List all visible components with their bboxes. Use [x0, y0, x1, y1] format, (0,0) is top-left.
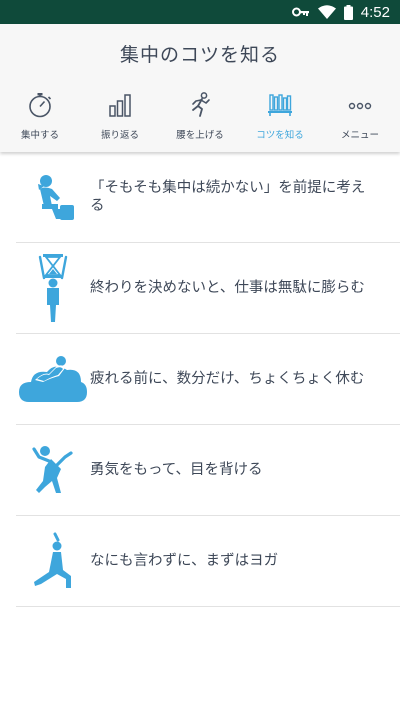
tip-item[interactable]: 疲れる前に、数分だけ、ちょくちょく休む — [16, 334, 400, 425]
tab-focus[interactable]: 集中する — [0, 88, 80, 148]
tip-item[interactable]: 終わりを決めないと、仕事は無駄に膨らむ — [16, 243, 400, 334]
tip-text: 疲れる前に、数分だけ、ちょくちょく休む — [90, 371, 365, 387]
page-title: 集中のコツを知る — [119, 44, 280, 66]
tab-review[interactable]: 振り返る — [80, 88, 160, 148]
bookshelf-icon — [268, 94, 292, 116]
hourglass-figure-icon — [38, 254, 68, 322]
bar-chart-icon — [109, 94, 131, 117]
tip-item[interactable]: 「そもそも集中は続かない」を前提に考える — [16, 152, 400, 243]
tab-menu[interactable]: メニュー — [320, 88, 400, 148]
tip-illustration — [16, 334, 90, 425]
tip-text: 「そもそも集中は続かない」を前提に考える — [90, 180, 366, 214]
tab-label: コツを知る — [256, 130, 304, 141]
tab-bar: 集中する 振り返る 腰を上げる コツを知る メニュー — [0, 88, 400, 148]
yoga-figure-icon — [34, 532, 71, 588]
more-dots-icon — [348, 102, 372, 110]
tab-label: 振り返る — [100, 130, 139, 141]
tip-item[interactable]: なにも言わずに、まずはヨガ — [16, 516, 400, 607]
status-time: 4:52 — [360, 3, 390, 21]
tip-illustration — [16, 152, 90, 243]
tip-illustration — [16, 516, 90, 607]
tips-list: 「そもそも集中は続かない」を前提に考える 終わりを決めないと、仕事は無駄に膨らむ — [16, 152, 400, 607]
tab-label: メニュー — [340, 130, 379, 141]
wifi-icon — [317, 5, 336, 19]
stopwatch-icon — [29, 93, 52, 118]
tip-illustration — [16, 243, 90, 334]
tip-text: なにも言わずに、まずはヨガ — [90, 553, 279, 569]
looking-away-figure-icon — [32, 446, 73, 493]
running-person-icon — [192, 92, 210, 117]
cloud-rest-figure-icon — [19, 356, 87, 402]
tip-illustration — [16, 425, 90, 516]
tab-get-up[interactable]: 腰を上げる — [160, 88, 240, 148]
tip-item[interactable]: 勇気をもって、目を背ける — [16, 425, 400, 516]
tab-label: 集中する — [20, 130, 59, 141]
status-bar: 4:52 — [0, 0, 400, 24]
tip-text: 勇気をもって、目を背ける — [90, 462, 263, 478]
tab-tips[interactable]: コツを知る — [240, 88, 320, 148]
tab-label: 腰を上げる — [176, 130, 224, 141]
thinker-figure-icon — [38, 175, 74, 220]
battery-icon — [343, 4, 353, 20]
vpn-key-icon — [291, 7, 309, 17]
app-header: 集中のコツを知る 集中する 振り返る 腰を上げる コツを知る メニュー — [0, 24, 400, 152]
tip-text: 終わりを決めないと、仕事は無駄に膨らむ — [90, 280, 365, 296]
